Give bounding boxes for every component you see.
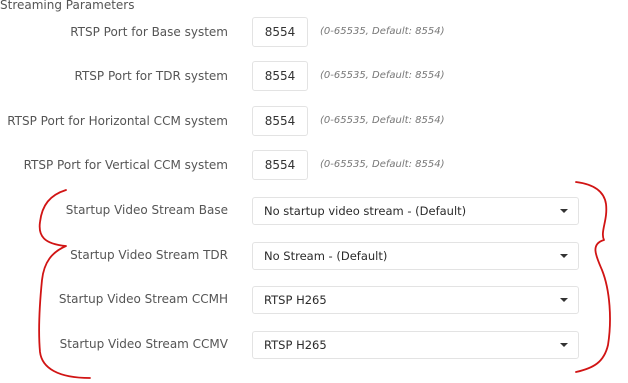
red-bracket-annotation (38, 181, 611, 379)
rtsp-port-base-hint: (0-65535, Default: 8554) (320, 26, 445, 37)
rtsp-port-tdr-value: 8554 (264, 69, 296, 83)
section-title: Streaming Parameters (0, 0, 135, 12)
rtsp-port-vertical-ccm-hint: (0-65535, Default: 8554) (320, 159, 445, 170)
startup-stream-ccmh-label: Startup Video Stream CCMH (58, 292, 228, 306)
rtsp-port-vertical-ccm-input[interactable]: 8554 (252, 150, 308, 180)
startup-stream-ccmv-value: RTSP H265 (264, 338, 327, 352)
startup-stream-base-label: Startup Video Stream Base (65, 203, 228, 217)
rtsp-port-horizontal-ccm-hint: (0-65535, Default: 8554) (320, 115, 445, 126)
rtsp-port-vertical-ccm-label: RTSP Port for Vertical CCM system (23, 158, 228, 172)
rtsp-port-tdr-label: RTSP Port for TDR system (74, 69, 229, 83)
rtsp-port-tdr-input[interactable]: 8554 (252, 61, 308, 91)
rtsp-port-tdr-hint: (0-65535, Default: 8554) (320, 70, 445, 81)
rtsp-port-base-value: 8554 (264, 25, 296, 39)
rtsp-port-base-input[interactable]: 8554 (252, 17, 308, 47)
startup-stream-tdr-value: No Stream - (Default) (264, 249, 388, 263)
startup-stream-tdr-select[interactable]: No Stream - (Default) (252, 242, 579, 270)
startup-stream-ccmh-value: RTSP H265 (264, 293, 327, 307)
startup-stream-ccmv-select[interactable]: RTSP H265 (252, 331, 579, 359)
rtsp-port-horizontal-ccm-label: RTSP Port for Horizontal CCM system (7, 114, 228, 128)
rtsp-port-horizontal-ccm-input[interactable]: 8554 (252, 106, 308, 136)
caret-down-icon (560, 343, 568, 347)
rtsp-port-vertical-ccm-value: 8554 (264, 158, 296, 172)
rtsp-port-horizontal-ccm-value: 8554 (264, 114, 296, 128)
startup-stream-ccmh-select[interactable]: RTSP H265 (252, 286, 579, 314)
startup-stream-tdr-label: Startup Video Stream TDR (70, 248, 228, 262)
streaming-parameters-panel: Streaming Parameters RTSP Port for Base … (0, 0, 628, 383)
startup-stream-ccmv-label: Startup Video Stream CCMV (59, 337, 228, 351)
caret-down-icon (560, 298, 568, 302)
startup-stream-base-value: No startup video stream - (Default) (264, 204, 467, 218)
startup-stream-base-select[interactable]: No startup video stream - (Default) (252, 197, 579, 225)
caret-down-icon (560, 254, 568, 258)
caret-down-icon (560, 209, 568, 213)
right-bracket-mark (575, 181, 611, 373)
rtsp-port-base-label: RTSP Port for Base system (70, 25, 228, 39)
